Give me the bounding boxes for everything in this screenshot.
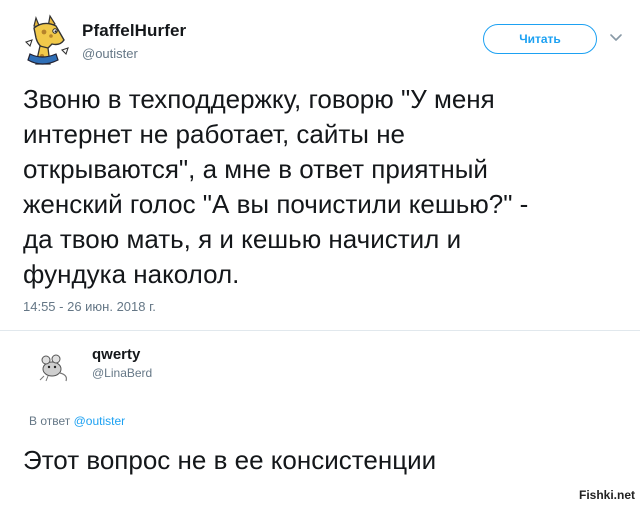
reply-text: Этот вопрос не в ее консистенции bbox=[23, 445, 437, 475]
tweet-timestamp[interactable]: 14:55 - 26 июн. 2018 г. bbox=[23, 299, 156, 314]
tweet-author-handle[interactable]: @outister bbox=[82, 46, 138, 61]
watermark: Fishki.net bbox=[578, 488, 635, 502]
reply-context: В ответ @outister bbox=[29, 414, 125, 428]
chevron-down-icon[interactable] bbox=[609, 32, 623, 44]
reply-author-handle[interactable]: @LinaBerd bbox=[92, 366, 152, 380]
reply-mention-link[interactable]: @outister bbox=[74, 414, 126, 428]
reply-author-name[interactable]: qwerty bbox=[92, 346, 140, 363]
divider bbox=[0, 330, 640, 331]
giraffe-avatar-icon[interactable] bbox=[24, 14, 74, 68]
tweet-header: PfaffelHurfer @outister Читать bbox=[20, 14, 623, 74]
reply-prefix: В ответ bbox=[29, 414, 71, 428]
tweet-text: Звоню в техподдержку, говорю "У меня инт… bbox=[23, 84, 529, 289]
rat-avatar-icon[interactable] bbox=[36, 349, 72, 383]
follow-button[interactable]: Читать bbox=[483, 24, 597, 54]
tweet-author-name[interactable]: PfaffelHurfer bbox=[82, 21, 186, 41]
